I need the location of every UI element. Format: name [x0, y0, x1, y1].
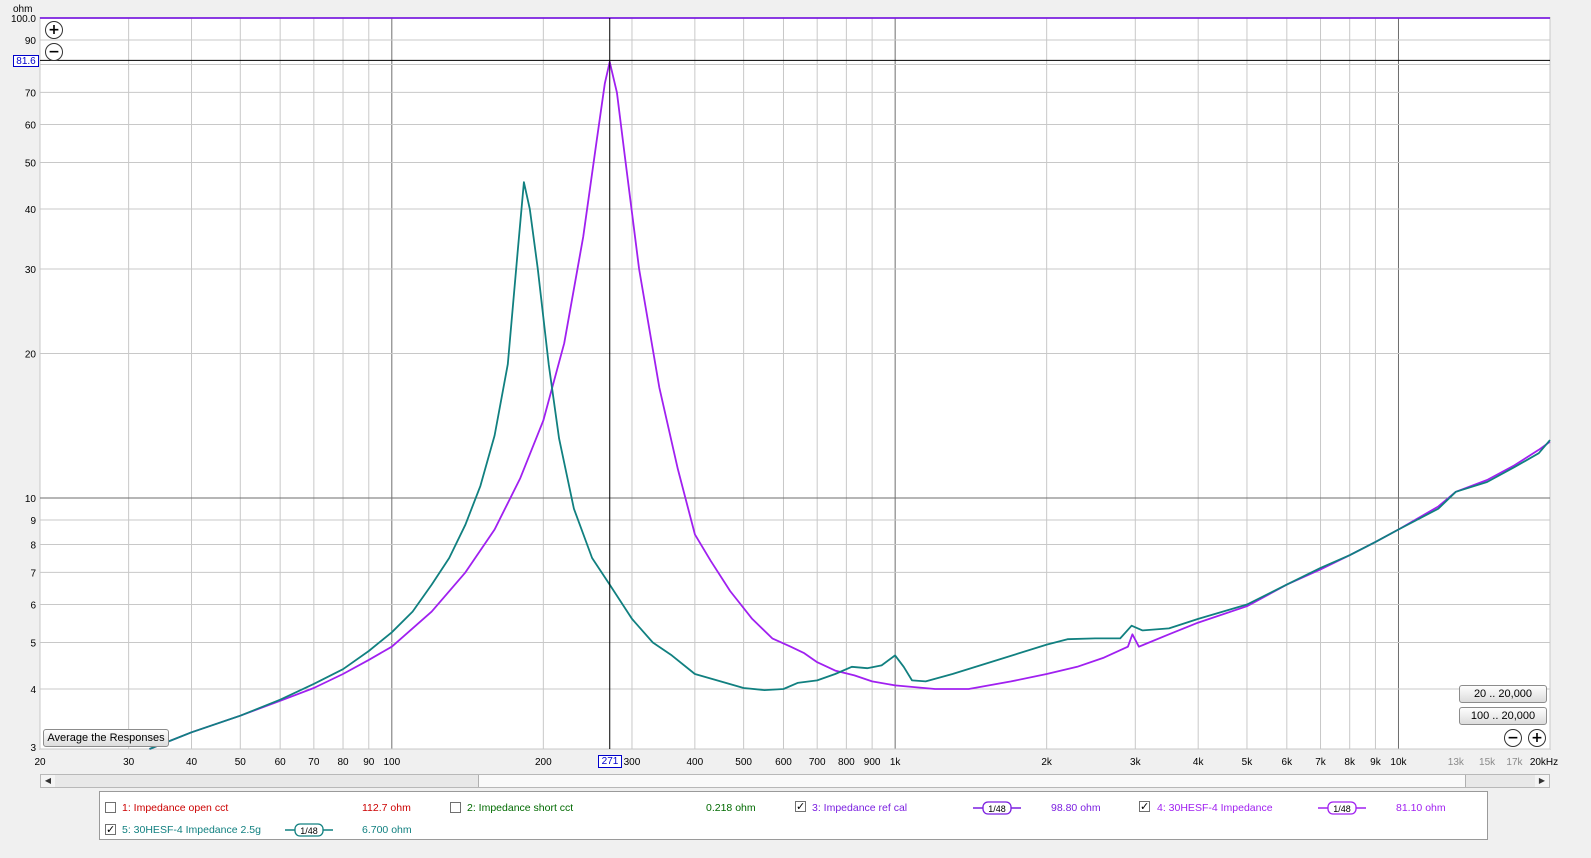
cursor-x-readout: 271	[598, 755, 622, 768]
legend-label-5[interactable]: 5: 30HESF-4 Impedance 2.5g	[122, 824, 261, 836]
x-tick-label: 50	[235, 757, 247, 768]
x-tick-label: 80	[337, 757, 349, 768]
range-100-20000-button[interactable]: 100 .. 20,000	[1459, 707, 1547, 725]
zoom-in-x-icon[interactable]: +	[1528, 729, 1546, 747]
y-tick-label: 60	[25, 120, 37, 131]
cursor-y-readout: 81.6	[13, 55, 39, 67]
x-tick-label: 30	[123, 757, 135, 768]
svg-text:1/48: 1/48	[300, 826, 318, 836]
x-tick-label: 20kHz	[1530, 757, 1558, 768]
x-tick-label: 5k	[1242, 757, 1254, 768]
scroll-thumb[interactable]	[478, 775, 1466, 787]
legend-checkbox-4[interactable]: ✓	[1139, 801, 1150, 812]
plot-area[interactable]	[39, 17, 1551, 750]
legend-value-4: 81.10 ohm	[1396, 802, 1446, 814]
x-tick-label: 7k	[1315, 757, 1327, 768]
y-tick-label: 100.0	[11, 14, 36, 25]
y-tick-label: 30	[25, 265, 37, 276]
zoom-out-y-icon[interactable]: −	[45, 43, 63, 61]
legend-label-4[interactable]: 4: 30HESF-4 Impedance	[1157, 802, 1273, 814]
x-tick-label: 1k	[890, 757, 902, 768]
average-responses-button[interactable]: Average the Responses	[43, 729, 169, 747]
x-tick-label: 6k	[1282, 757, 1294, 768]
y-tick-label: 6	[30, 601, 36, 612]
legend-value-3: 98.80 ohm	[1051, 802, 1101, 814]
scroll-left-icon[interactable]: ◀	[41, 775, 55, 787]
y-tick-label: 90	[25, 36, 37, 47]
x-tick-label: 200	[535, 757, 552, 768]
x-tick-label: 13k	[1448, 757, 1465, 768]
svg-text:1/48: 1/48	[1333, 804, 1351, 814]
zoom-in-y-icon[interactable]: +	[45, 21, 63, 39]
x-tick-label: 700	[809, 757, 826, 768]
x-tick-labels: 20 30 40 50 60 70 80 90 100 200 300 400 500 600 700 800…	[34, 757, 1558, 768]
y-tick-label: 5	[30, 639, 36, 650]
x-tick-label: 400	[687, 757, 704, 768]
x-tick-label: 10k	[1390, 757, 1407, 768]
x-tick-label: 60	[275, 757, 287, 768]
y-tick-labels: 3 4 5 6 7 8 9 10 20 30 40 50 60 70 90 100.0	[11, 14, 36, 754]
smoothing-badge-3[interactable]: 1/48	[973, 801, 1021, 815]
horizontal-scrollbar[interactable]: ◀ ▶	[40, 774, 1550, 788]
x-tick-label: 40	[186, 757, 198, 768]
x-tick-label: 20	[34, 757, 46, 768]
x-tick-label: 4k	[1193, 757, 1205, 768]
x-tick-label: 500	[735, 757, 752, 768]
x-tick-label: 9k	[1370, 757, 1382, 768]
x-tick-label: 3k	[1130, 757, 1142, 768]
x-tick-label: 15k	[1479, 757, 1496, 768]
y-tick-label: 7	[30, 568, 36, 579]
x-tick-label: 2k	[1041, 757, 1053, 768]
smoothing-badge-4[interactable]: 1/48	[1318, 801, 1366, 815]
scroll-right-icon[interactable]: ▶	[1535, 775, 1549, 787]
y-tick-label: 9	[30, 516, 36, 527]
zoom-out-x-icon[interactable]: −	[1504, 729, 1522, 747]
legend-label-2[interactable]: 2: Impedance short cct	[467, 802, 573, 814]
y-tick-label: 50	[25, 158, 37, 169]
legend-value-1: 112.7 ohm	[362, 802, 411, 814]
y-tick-label: 10	[25, 494, 37, 505]
range-20-20000-button[interactable]: 20 .. 20,000	[1459, 685, 1547, 703]
x-tick-label: 17k	[1506, 757, 1523, 768]
x-tick-label: 90	[363, 757, 375, 768]
y-tick-label: 3	[30, 743, 36, 754]
svg-text:1/48: 1/48	[988, 804, 1006, 814]
legend-value-2: 0.218 ohm	[706, 802, 756, 814]
legend-checkbox-5[interactable]: ✓	[105, 824, 116, 835]
legend-checkbox-2[interactable]	[450, 802, 461, 813]
x-tick-label: 800	[838, 757, 855, 768]
y-tick-label: 4	[30, 685, 36, 696]
y-tick-label: 40	[25, 205, 37, 216]
legend-panel: 1: Impedance open cct 112.7 ohm 2: Imped…	[99, 791, 1488, 840]
legend-label-1[interactable]: 1: Impedance open cct	[122, 802, 228, 814]
legend-checkbox-3[interactable]: ✓	[795, 801, 806, 812]
legend-value-5: 6.700 ohm	[362, 824, 412, 836]
y-tick-label: 70	[25, 88, 37, 99]
y-tick-label: 20	[25, 350, 37, 361]
y-tick-label: 8	[30, 541, 36, 552]
x-tick-label: 8k	[1344, 757, 1356, 768]
x-tick-label: 70	[308, 757, 320, 768]
impedance-chart[interactable]: 20 30 40 50 60 70 80 90 100 200 300 400 500 600 700 800…	[0, 0, 1591, 790]
smoothing-badge-5[interactable]: 1/48	[285, 823, 333, 837]
y-axis-label: ohm	[13, 4, 32, 15]
legend-checkbox-1[interactable]	[105, 802, 116, 813]
x-tick-label: 100	[383, 757, 400, 768]
x-tick-label: 600	[775, 757, 792, 768]
legend-label-3[interactable]: 3: Impedance ref cal	[812, 802, 907, 814]
x-tick-label: 900	[864, 757, 881, 768]
x-tick-label: 300	[624, 757, 641, 768]
